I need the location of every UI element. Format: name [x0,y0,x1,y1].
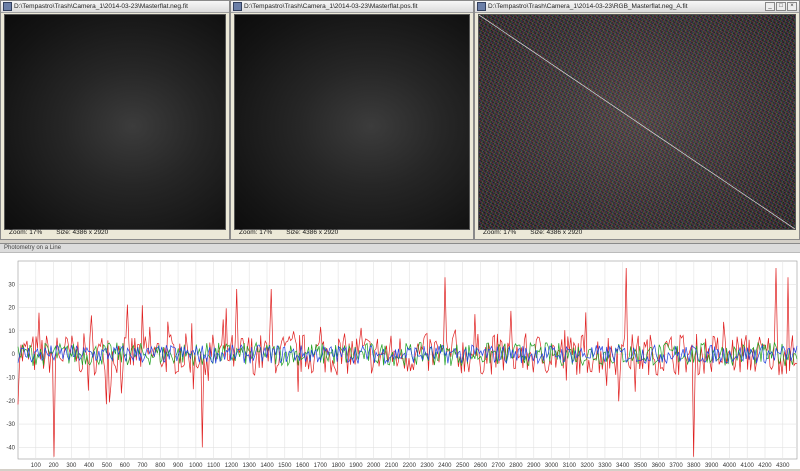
x-tick-label: 3700 [669,463,683,469]
image-window-2[interactable]: D:\Tempastro\Trash\Camera_1\2014-03-23\M… [230,0,474,240]
y-tick-label: -20 [6,399,15,405]
y-tick-label: -10 [6,375,15,381]
x-tick-label: 3900 [705,463,719,469]
profile-window[interactable]: Photometry on a Line 30 20 10 0 -10 -20 -30 -40… [0,243,800,469]
maximize-button[interactable]: □ [776,2,786,11]
x-tick-label: 4100 [741,463,755,469]
profile-title: Photometry on a Line [0,244,800,253]
x-tick-label: 2800 [509,463,523,469]
x-tick-label: 1100 [207,463,221,469]
x-tick-label: 3400 [616,463,630,469]
x-tick-label: 4000 [723,463,737,469]
app-icon [477,2,486,11]
x-tick-label: 4300 [776,463,790,469]
x-tick-label: 200 [49,463,60,469]
window-title: D:\Tempastro\Trash\Camera_1\2014-03-23\M… [244,3,418,10]
x-tick-label: 400 [84,463,95,469]
y-tick-label: 20 [8,306,15,312]
minimize-button[interactable]: _ [765,2,775,11]
x-tick-label: 900 [173,463,184,469]
x-tick-label: 2900 [527,463,541,469]
zoom-label: Zoom: 17% [9,229,43,236]
x-tick-label: 3600 [652,463,666,469]
x-tick-label: 3300 [598,463,612,469]
x-tick-label: 2500 [456,463,470,469]
x-tick-label: 1900 [349,463,363,469]
x-tick-label: 2300 [420,463,434,469]
window-titlebar[interactable]: D:\Tempastro\Trash\Camera_1\2014-03-23\M… [231,1,473,13]
x-tick-label: 1300 [243,463,257,469]
image-canvas[interactable] [478,14,796,230]
x-tick-label: 800 [155,463,166,469]
x-tick-label: 500 [102,463,113,469]
profile-chart[interactable]: 3020100-10-20-30-40100 200 300 400 500 600 700… [0,253,800,469]
y-tick-label: 0 [12,352,16,358]
x-tick-label: 3800 [687,463,701,469]
x-tick-label: 2000 [367,463,381,469]
zoom-label: Zoom: 17% [239,229,273,236]
x-tick-label: 700 [137,463,148,469]
x-tick-label: 3500 [634,463,648,469]
close-button[interactable]: × [787,2,797,11]
photometry-line[interactable] [479,15,795,229]
status-bar: Zoom: 17% Size: 4386 x 2920 [234,228,470,237]
window-controls: _ □ × [765,2,799,11]
window-title: D:\Tempastro\Trash\Camera_1\2014-03-23\M… [14,3,188,10]
x-tick-label: 2700 [492,463,506,469]
x-tick-label: 1200 [225,463,239,469]
x-tick-label: 2100 [385,463,399,469]
y-tick-label: -40 [6,445,15,451]
x-tick-label: 1400 [260,463,274,469]
zoom-label: Zoom: 17% [483,229,517,236]
size-label: Size: 4386 x 2920 [286,229,339,236]
x-tick-label: 1800 [331,463,345,469]
window-titlebar[interactable]: D:\Tempastro\Trash\Camera_1\2014-03-23\R… [475,1,799,13]
x-tick-label: 100 [31,463,42,469]
x-tick-label: 4200 [758,463,772,469]
x-tick-label: 3000 [545,463,559,469]
image-canvas[interactable] [234,14,470,230]
x-tick-label: 1700 [314,463,328,469]
x-tick-label: 1500 [278,463,292,469]
x-tick-label: 600 [120,463,131,469]
size-label: Size: 4386 x 2920 [56,229,109,236]
status-bar: Zoom: 17% Size: 4386 x 2920 [4,228,226,237]
status-bar: Zoom: 17% Size: 4386 x 2920 [478,228,796,237]
x-tick-label: 300 [66,463,77,469]
image-canvas[interactable] [4,14,226,230]
x-tick-label: 2400 [438,463,452,469]
x-tick-label: 1000 [189,463,203,469]
x-tick-label: 3200 [580,463,594,469]
x-tick-label: 2600 [474,463,488,469]
window-title: D:\Tempastro\Trash\Camera_1\2014-03-23\R… [488,3,688,10]
y-tick-label: 10 [8,329,15,335]
x-tick-label: 3100 [563,463,577,469]
app-icon [3,2,12,11]
x-tick-label: 2200 [403,463,417,469]
size-label: Size: 4386 x 2920 [530,229,583,236]
image-window-1[interactable]: D:\Tempastro\Trash\Camera_1\2014-03-23\M… [0,0,230,240]
app-icon [233,2,242,11]
y-tick-label: -30 [6,422,15,428]
window-titlebar[interactable]: D:\Tempastro\Trash\Camera_1\2014-03-23\M… [1,1,229,13]
image-window-3[interactable]: D:\Tempastro\Trash\Camera_1\2014-03-23\R… [474,0,800,240]
y-tick-label: 30 [8,282,15,288]
line-selection[interactable] [479,15,795,229]
x-tick-label: 1600 [296,463,310,469]
